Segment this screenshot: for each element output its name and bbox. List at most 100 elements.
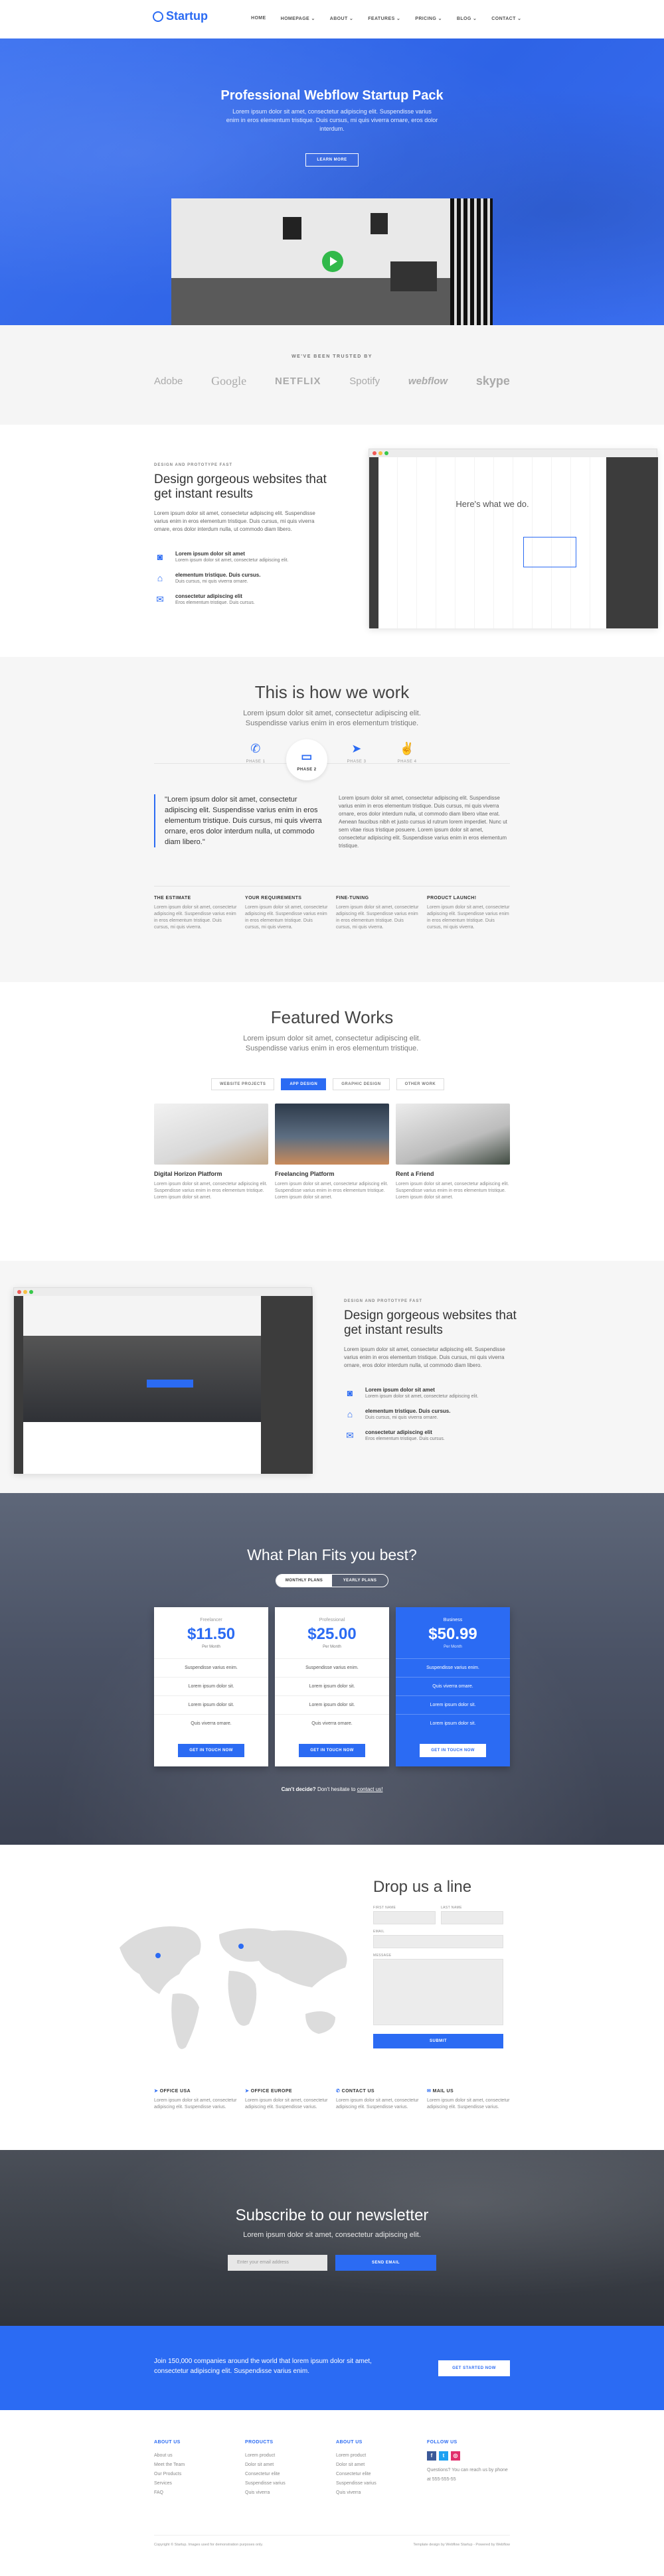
footer-column-follow: FOLLOW US f t ◎ Questions? You can reach…	[427, 2440, 510, 2498]
message-label: MESSAGE	[373, 1954, 392, 1958]
plan-price: $25.00	[307, 1625, 357, 1643]
nav-link-home[interactable]: HOME	[251, 16, 266, 21]
hero-video-thumbnail[interactable]	[171, 198, 493, 325]
plan-feature: Lorem ipsum dolor sit.	[396, 1695, 510, 1714]
canvas-top	[23, 1296, 261, 1336]
footer-link[interactable]: Our Products	[154, 2470, 237, 2479]
nav-link-about[interactable]: ABOUT ⌄	[330, 16, 354, 21]
plan-feature: Lorem ipsum dolor sit.	[154, 1677, 268, 1695]
plan-feature: Quis viverra ornare.	[154, 1714, 268, 1733]
work-card[interactable]: Rent a Friend Lorem ipsum dolor sit amet…	[396, 1104, 510, 1201]
contact-section: Drop us a line FIRST NAME LAST NAME EMAI…	[0, 1845, 664, 2150]
contact-us-link[interactable]: contact us!	[357, 1786, 383, 1792]
nav-link-features[interactable]: FEATURES ⌄	[368, 16, 400, 21]
feature-section-1: DESIGN AND PROTOTYPE FAST Design gorgeou…	[0, 425, 664, 657]
footer-link[interactable]: FAQ	[154, 2488, 237, 2498]
canvas-footer	[23, 1422, 261, 1474]
get-in-touch-button[interactable]: GET IN TOUCH NOW	[299, 1744, 365, 1757]
work-card[interactable]: Freelancing Platform Lorem ipsum dolor s…	[275, 1104, 389, 1201]
footer-link[interactable]: Services	[154, 2479, 237, 2488]
get-in-touch-button[interactable]: GET IN TOUCH NOW	[178, 1744, 244, 1757]
submit-button[interactable]: SUBMIT	[373, 2034, 503, 2048]
send-email-button[interactable]: SEND EMAIL	[335, 2255, 436, 2271]
feature-item-desc: Duis cursus, mi quis viverra ornare.	[175, 579, 248, 584]
step-2[interactable]: ▭ PHASE 2	[286, 739, 327, 780]
get-in-touch-button[interactable]: GET IN TOUCH NOW	[420, 1744, 486, 1757]
learn-more-button[interactable]: LEARN MORE	[305, 153, 359, 167]
step-4[interactable]: ✌ PHASE 4	[387, 742, 427, 764]
facebook-icon[interactable]: f	[427, 2451, 436, 2461]
canvas-heading: Here's what we do.	[456, 499, 529, 509]
footer-link[interactable]: Lorem product	[336, 2451, 419, 2461]
browser-bar	[14, 1288, 311, 1296]
tab-website-projects[interactable]: WEBSITE PROJECTS	[211, 1078, 275, 1090]
tab-other-work[interactable]: OTHER WORK	[396, 1078, 445, 1090]
office-text: Lorem ipsum dolor sit amet, consectetur …	[336, 2098, 419, 2110]
nav-link-homepage[interactable]: HOMEPAGE ⌄	[281, 16, 315, 21]
plan-feature: Suspendisse varius enim.	[396, 1658, 510, 1677]
footer-link[interactable]: Quis viverra	[245, 2488, 328, 2498]
newsletter-email-input[interactable]: Enter your email address	[228, 2255, 327, 2271]
first-name-field[interactable]	[373, 1911, 436, 1924]
social-icons: f t ◎	[427, 2451, 510, 2461]
get-started-button[interactable]: GET STARTED NOW	[438, 2360, 510, 2376]
office-title-text: OFFICE USA	[159, 2089, 191, 2094]
footer-heading: PRODUCTS	[245, 2440, 274, 2445]
twitter-icon[interactable]: t	[439, 2451, 448, 2461]
nav-link-contact[interactable]: CONTACT ⌄	[491, 16, 521, 21]
skype-logo: skype	[475, 374, 510, 388]
nav-link-pricing[interactable]: PRICING ⌄	[415, 16, 442, 21]
footer-link[interactable]: About us	[154, 2451, 237, 2461]
work-card[interactable]: Digital Horizon Platform Lorem ipsum dol…	[154, 1104, 268, 1201]
nav-link-blog[interactable]: BLOG ⌄	[457, 16, 477, 21]
tab-graphic-design[interactable]: GRAPHIC DESIGN	[333, 1078, 390, 1090]
plan-name: Professional	[319, 1618, 345, 1622]
footer-link[interactable]: Dolor sit amet	[245, 2461, 328, 2470]
footer-column-about: ABOUT US About us Meet the Team Our Prod…	[154, 2440, 237, 2498]
message-field[interactable]	[373, 1959, 503, 2025]
feature-item-title: consectetur adipiscing elit	[365, 1429, 432, 1435]
feature-item-desc: Lorem ipsum dolor sit amet, consectetur …	[365, 1394, 479, 1399]
canvas-button	[147, 1380, 193, 1388]
webflow-logo: webflow	[408, 376, 448, 387]
footer-link[interactable]: Quis viverra	[336, 2488, 419, 2498]
email-label: EMAIL	[373, 1930, 385, 1934]
plan-price: $50.99	[428, 1625, 477, 1643]
footer-link[interactable]: Consectetur elite	[245, 2470, 328, 2479]
footer-link[interactable]: Lorem product	[245, 2451, 328, 2461]
hero-subtitle: Lorem ipsum dolor sit amet, consectetur …	[226, 108, 438, 132]
footer-link[interactable]: Meet the Team	[154, 2461, 237, 2470]
instagram-icon[interactable]: ◎	[451, 2451, 460, 2461]
feature-item: ◙ Lorem ipsum dolor sit amet Lorem ipsum …	[344, 1387, 517, 1399]
plan-feature: Lorem ipsum dolor sit.	[275, 1677, 389, 1695]
monthly-toggle[interactable]: MONTHLY PLANS	[276, 1575, 332, 1587]
footer-link[interactable]: Suspendisse varius	[336, 2479, 419, 2488]
billing-toggle[interactable]: MONTHLY PLANS YEARLY PLANS	[276, 1574, 388, 1587]
yearly-toggle[interactable]: YEARLY PLANS	[332, 1575, 388, 1587]
plan-feature: Lorem ipsum dolor sit.	[275, 1695, 389, 1714]
step-3[interactable]: ➤ PHASE 3	[337, 742, 376, 764]
footer-link[interactable]: Dolor sit amet	[336, 2461, 419, 2470]
office-title: ➤ OFFICE EUROPE	[245, 2088, 328, 2094]
pricing-note-bold: Can't decide?	[281, 1786, 316, 1792]
feature-item: ⌂ elementum tristique. Duis cursus. Duis …	[154, 572, 327, 584]
process-title: YOUR REQUIREMENTS	[245, 896, 302, 900]
step-1[interactable]: ✆ PHASE 1	[236, 742, 276, 764]
designer-style-panel	[261, 1296, 313, 1474]
feature-item-title: consectetur adipiscing elit	[175, 593, 242, 599]
footer-link[interactable]: Suspendisse varius	[245, 2479, 328, 2488]
video-desk	[390, 261, 437, 291]
play-icon[interactable]	[322, 251, 343, 272]
work-text: Lorem ipsum dolor sit amet, consectetur …	[275, 1182, 388, 1200]
divider	[154, 886, 510, 887]
site-logo[interactable]: Startup	[153, 9, 208, 23]
tab-app-design[interactable]: APP DESIGN	[281, 1078, 327, 1090]
location-icon: ➤	[245, 2089, 251, 2094]
last-name-field[interactable]	[441, 1911, 503, 1924]
video-floor	[171, 278, 493, 325]
home-icon: ⌂	[157, 573, 163, 583]
email-field[interactable]	[373, 1935, 503, 1948]
feature-item-title: elementum tristique. Duis cursus.	[365, 1408, 451, 1414]
footer-link[interactable]: Consectetur elite	[336, 2470, 419, 2479]
newsletter-title: Subscribe to our newsletter	[235, 2206, 429, 2224]
